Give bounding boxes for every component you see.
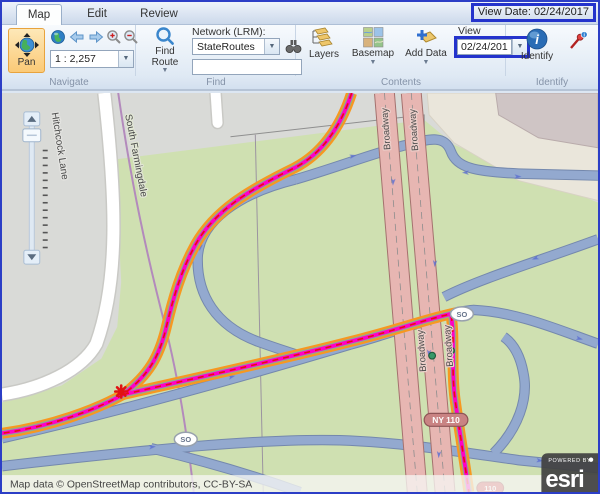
tab-bar: Map Edit Review View Date: 02/24/2017 (2, 2, 598, 25)
esri-logo: POWERED BY esri (541, 453, 598, 492)
identify-icon: i (525, 27, 549, 51)
svg-text:i: i (535, 32, 539, 47)
network-dropdown-arrow-icon[interactable]: ▼ (264, 39, 279, 54)
find-group-label: Find (136, 76, 296, 91)
route-calibration-point (429, 352, 436, 359)
contents-group-label: Contents (296, 76, 506, 91)
ny110-shield-label: NY 110 (432, 415, 460, 425)
navigate-group-label: Navigate (2, 76, 136, 91)
network-lrm-label: Network (LRM): (192, 26, 266, 38)
layers-button[interactable]: Layers (302, 27, 346, 61)
pan-label: Pan (18, 58, 36, 69)
add-data-dropdown-arrow-icon: ▼ (423, 60, 430, 65)
group-navigate: Pan (2, 25, 136, 76)
basemap-icon (363, 27, 384, 48)
find-route-button[interactable]: Find Route ▼ (141, 26, 189, 73)
app-window: Map Edit Review View Date: 02/24/2017 (0, 0, 600, 494)
attribution-text: Map data © OpenStreetMap contributors, C… (10, 480, 252, 491)
find-route-magnifier-icon (155, 26, 175, 46)
view-date-banner-annotation: View Date: 02/24/2017 (471, 3, 596, 22)
add-data-icon (414, 27, 438, 48)
oval-shield-label: SO (457, 310, 468, 319)
full-extent-globe-icon[interactable] (50, 29, 66, 45)
find-route-dropdown-arrow-icon: ▼ (162, 68, 169, 73)
view-date-input[interactable] (457, 39, 512, 55)
identify-group-label: Identify (506, 76, 598, 91)
basemap-button[interactable]: Basemap ▼ (348, 27, 398, 65)
pan-globe-icon (15, 33, 39, 57)
group-contents: Layers Basemap ▼ (296, 25, 506, 76)
scale-combobox[interactable]: 1 : 2,257 ▼ (50, 50, 134, 68)
identify-button[interactable]: i Identify (514, 27, 560, 63)
identify-route-pin-icon[interactable]: i (568, 31, 588, 51)
network-combobox[interactable]: StateRoutes ▼ (192, 38, 280, 55)
zoom-in-icon[interactable] (106, 29, 122, 45)
tab-review[interactable]: Review (132, 4, 186, 25)
basemap-label: Basemap (352, 49, 394, 60)
ribbon: Map Edit Review View Date: 02/24/2017 (2, 2, 598, 93)
layers-label: Layers (309, 50, 339, 61)
scale-dropdown-arrow-icon[interactable]: ▼ (118, 51, 133, 67)
route-start-star-marker (115, 386, 127, 398)
group-find: Find Route ▼ Network (LRM): StateRoutes … (136, 25, 296, 76)
tab-edit[interactable]: Edit (74, 4, 120, 25)
group-label-row: Navigate Find Contents Identify (2, 76, 598, 91)
group-identify: i Identify i (506, 25, 598, 76)
ribbon-body: Pan (2, 25, 598, 76)
find-route-label: Find Route (149, 47, 181, 68)
add-data-button[interactable]: Add Data ▼ (400, 27, 452, 65)
add-data-label: Add Data (405, 49, 447, 60)
tab-map[interactable]: Map (16, 4, 62, 25)
basemap-dropdown-arrow-icon: ▼ (370, 60, 377, 65)
powered-by-text: POWERED BY (548, 458, 591, 464)
next-extent-icon[interactable] (88, 29, 104, 45)
pan-button[interactable]: Pan (8, 28, 45, 73)
identify-label: Identify (521, 52, 553, 63)
oval-shield-label: SO (180, 435, 191, 444)
route-search-input[interactable] (192, 59, 302, 75)
previous-extent-icon[interactable] (69, 29, 85, 45)
zoom-slider-track[interactable] (29, 123, 34, 254)
map-canvas[interactable]: Hitchcock Lane South Farmingdale Broadwa… (2, 93, 598, 492)
network-value: StateRoutes (193, 39, 264, 54)
scale-value: 1 : 2,257 (51, 51, 118, 67)
layers-icon (312, 27, 336, 49)
esri-brand-text: esri (545, 466, 583, 492)
